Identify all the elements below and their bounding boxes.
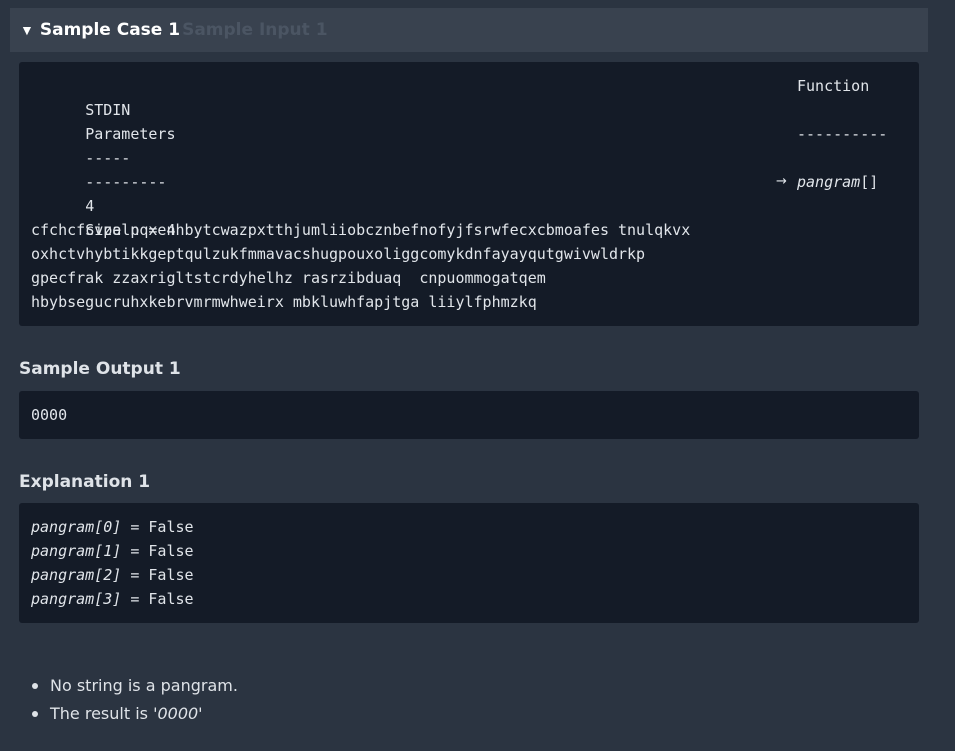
list-item: The result is '0000' bbox=[32, 702, 238, 730]
code-line: pangram[1] = False bbox=[31, 539, 907, 563]
code-line: oxhctvhybtikkgeptqulzukfmmavacshugpouxol… bbox=[31, 242, 907, 266]
caret-down-icon: ▼ bbox=[20, 22, 34, 38]
pangram-result: = False bbox=[121, 566, 194, 584]
param-suffix: [] bbox=[860, 173, 879, 191]
bullet-text: No string is a pangram. bbox=[50, 676, 238, 695]
sample-case-toggle[interactable]: ▼ Sample Case 1 Sample Input 1 bbox=[10, 8, 928, 52]
param-descriptor: pangram[] bbox=[797, 170, 878, 194]
sample-output-code-block: 0000 bbox=[19, 391, 919, 439]
arrow-right-icon: → bbox=[776, 174, 787, 189]
output-value: 0000 bbox=[31, 406, 68, 424]
pangram-result: = False bbox=[121, 518, 194, 536]
input-string: oxhctvhybtikkgeptqulzukfmmavacshugpouxol… bbox=[31, 245, 646, 263]
code-line: STDIN Function bbox=[31, 74, 907, 119]
param-name: pangram bbox=[797, 173, 861, 191]
code-line: Parameters bbox=[31, 98, 907, 143]
bullet-text: The result is bbox=[50, 704, 154, 723]
sample-output-heading: Sample Output 1 bbox=[19, 359, 181, 379]
pangram-index: pangram[0] bbox=[31, 518, 122, 536]
code-line: cfchcfcvpalpqxenhbytcwazpxtthjumliiobczn… bbox=[31, 218, 907, 242]
code-line: Size n = 4 bbox=[31, 194, 907, 239]
pangram-result: = False bbox=[121, 590, 194, 608]
explanation-code-block: pangram[0] = False pangram[1] = False pa… bbox=[19, 503, 919, 623]
input-string: hbybsegucruhxkebrvmrmwhweirx mbkluwhfapj… bbox=[31, 293, 537, 311]
sample-input-ghost-title: Sample Input 1 bbox=[182, 20, 328, 40]
list-item: No string is a pangram. bbox=[32, 674, 238, 702]
pangram-index: pangram[2] bbox=[31, 566, 122, 584]
code-line: 4 → pangram[] bbox=[31, 170, 907, 215]
code-line: gpecfrak zzaxrigltstcrdyhelhz rasrzibdua… bbox=[31, 266, 907, 290]
function-header: Function bbox=[797, 77, 870, 95]
code-line: pangram[0] = False bbox=[31, 515, 907, 539]
function-divider: ---------- bbox=[797, 125, 888, 143]
sample-case-panel: ▼ Sample Case 1 Sample Input 1 STDIN Fun… bbox=[0, 0, 955, 751]
pangram-index: pangram[1] bbox=[31, 542, 122, 560]
code-line: ----- ---------- bbox=[31, 122, 907, 167]
pangram-result: = False bbox=[121, 542, 194, 560]
code-line: pangram[3] = False bbox=[31, 587, 907, 611]
input-string: cfchcfcvpalpqxenhbytcwazpxtthjumliiobczn… bbox=[31, 221, 691, 239]
pangram-index: pangram[3] bbox=[31, 590, 122, 608]
explanation-heading: Explanation 1 bbox=[19, 472, 151, 492]
result-value: '0000' bbox=[153, 704, 203, 723]
input-string: gpecfrak zzaxrigltstcrdyhelhz rasrzibdua… bbox=[31, 269, 546, 287]
sample-case-title: Sample Case 1 bbox=[39, 20, 181, 40]
code-line: pangram[2] = False bbox=[31, 563, 907, 587]
code-line: --------- bbox=[31, 146, 907, 191]
code-line: 0000 bbox=[31, 403, 907, 427]
code-line: hbybsegucruhxkebrvmrmwhweirx mbkluwhfapj… bbox=[31, 290, 907, 314]
sample-input-code-block: STDIN Function Parameters ----- --------… bbox=[19, 62, 919, 326]
explanation-bullets: No string is a pangram. The result is '0… bbox=[32, 674, 238, 730]
